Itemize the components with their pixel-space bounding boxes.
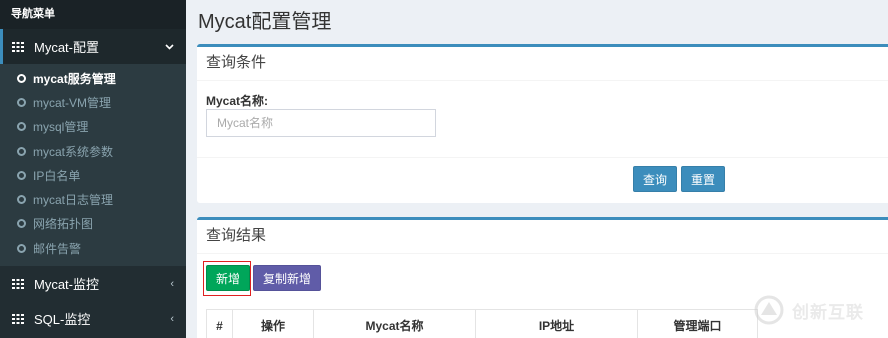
sidebar-item-label: mycat日志管理 [33, 193, 114, 208]
column-header-mycat-name[interactable]: Mycat名称 [313, 309, 476, 338]
column-header-ip[interactable]: IP地址 [475, 309, 638, 338]
sidebar-item-mycat-params[interactable]: mycat系统参数 [0, 139, 186, 163]
chevron-left-icon: ‹ [170, 312, 174, 325]
circle-icon [17, 146, 26, 156]
sidebar-item-mycat-vm[interactable]: mycat-VM管理 [0, 90, 186, 114]
sidebar-item-mycat-log[interactable]: mycat日志管理 [0, 187, 186, 211]
sidebar-item-label: 邮件告警 [33, 241, 82, 256]
sidebar-item-mysql[interactable]: mysql管理 [0, 115, 186, 139]
circle-icon [17, 170, 26, 180]
table-header-row: # 操作 Mycat名称 IP地址 管理端口 [206, 309, 758, 338]
chevron-left-icon: ‹ [170, 277, 174, 290]
add-button[interactable]: 新增 [206, 265, 251, 291]
submenu-mycat-config: mycat服务管理 mycat-VM管理 mysql管理 mycat系统参数 I… [0, 64, 186, 267]
column-header-index[interactable]: # [206, 309, 233, 338]
query-panel: 查询条件 Mycat名称: 查询 重置 [197, 44, 888, 203]
circle-icon [17, 73, 26, 83]
circle-icon [17, 195, 26, 205]
menu-group-mycat-config[interactable]: Mycat-配置 [0, 29, 186, 64]
grid-icon [12, 278, 24, 289]
results-table: # 操作 Mycat名称 IP地址 管理端口 [206, 309, 758, 338]
menu-group-label: Mycat-监控 [34, 277, 100, 293]
main-content: Mycat配置管理 查询条件 Mycat名称: 查询 重置 查询结果 新增 复制… [186, 0, 888, 338]
sidebar-item-topology[interactable]: 网络拓扑图 [0, 212, 186, 236]
column-header-actions[interactable]: 操作 [232, 309, 314, 338]
mycat-name-input[interactable] [206, 109, 436, 137]
page-title: Mycat配置管理 [198, 11, 332, 33]
circle-icon [17, 219, 26, 229]
sidebar-item-label: mycat服务管理 [33, 71, 116, 86]
sidebar-item-mycat-service[interactable]: mycat服务管理 [0, 66, 186, 90]
sidebar-item-ip-whitelist[interactable]: IP白名单 [0, 163, 186, 187]
reset-button[interactable]: 重置 [681, 166, 726, 192]
circle-icon [17, 97, 26, 107]
circle-icon [17, 243, 26, 253]
results-panel: 查询结果 新增 复制新增 # 操作 Mycat名称 IP地址 管理端口 [197, 217, 888, 338]
grid-icon [12, 313, 24, 324]
circle-icon [17, 122, 26, 132]
sidebar: 导航菜单 Mycat-配置 mycat服务管理 mycat-VM管理 mysql… [0, 0, 186, 338]
sidebar-item-label: mycat系统参数 [33, 144, 114, 159]
sidebar-item-mail-alert[interactable]: 邮件告警 [0, 236, 186, 260]
menu-group-mycat-monitor[interactable]: Mycat-监控 ‹ [0, 266, 186, 301]
menu-group-label: SQL-监控 [34, 312, 91, 328]
divider [197, 157, 888, 158]
sidebar-item-label: 网络拓扑图 [33, 217, 94, 232]
query-panel-header: 查询条件 [197, 47, 888, 81]
results-panel-header: 查询结果 [197, 220, 888, 254]
mycat-name-label: Mycat名称: [206, 94, 269, 108]
search-button[interactable]: 查询 [633, 166, 678, 192]
sidebar-item-label: mycat-VM管理 [33, 95, 112, 110]
menu-group-label: Mycat-配置 [34, 40, 100, 55]
sidebar-item-label: mysql管理 [33, 120, 89, 135]
grid-icon [12, 41, 24, 52]
menu-group-sql-monitor[interactable]: SQL-监控 ‹ [0, 301, 186, 336]
copy-add-button[interactable]: 复制新增 [253, 265, 322, 291]
column-header-mgmt-port[interactable]: 管理端口 [637, 309, 758, 338]
sidebar-item-label: IP白名单 [33, 168, 81, 183]
sidebar-header: 导航菜单 [0, 0, 186, 29]
chevron-down-icon [165, 43, 174, 50]
